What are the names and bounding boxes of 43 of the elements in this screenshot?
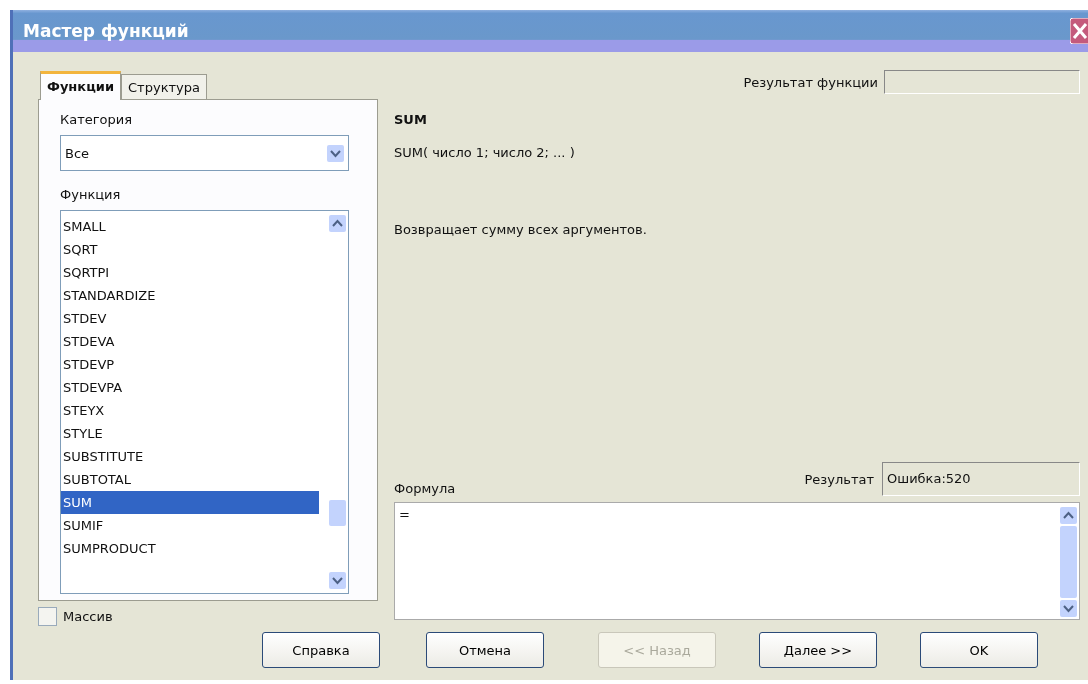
function-item[interactable]: STDEVP (61, 353, 319, 376)
result-field: Ошибка:520 (882, 462, 1080, 496)
dialog-button[interactable]: Справка (262, 632, 380, 668)
tab[interactable]: Структура (121, 74, 207, 99)
chevron-down-icon (327, 144, 344, 162)
scroll-up-icon[interactable] (1060, 507, 1077, 524)
function-item[interactable]: SUBTOTAL (61, 468, 319, 491)
close-icon[interactable] (1070, 18, 1088, 44)
scroll-thumb[interactable] (329, 500, 346, 526)
function-label: Функция (60, 187, 122, 202)
function-item[interactable]: STANDARDIZE (61, 284, 319, 307)
formula-label: Формула (394, 481, 456, 496)
function-item[interactable]: STDEVA (61, 330, 319, 353)
function-item[interactable]: STDEVPA (61, 376, 319, 399)
function-signature: SUM( число 1; число 2; ... ) (394, 145, 576, 160)
function-item[interactable]: STYLE (61, 422, 319, 445)
scroll-down-icon[interactable] (1060, 600, 1077, 617)
dialog-button[interactable]: OK (920, 632, 1038, 668)
function-item[interactable]: SUBSTITUTE (61, 445, 319, 468)
category-dropdown[interactable]: Все (60, 135, 349, 171)
scroll-thumb[interactable] (1060, 526, 1077, 598)
scroll-down-icon[interactable] (329, 572, 346, 589)
function-item[interactable]: STDEV (61, 307, 319, 330)
function-name: SUM (394, 112, 428, 127)
dialog-button[interactable]: Далее >> (759, 632, 877, 668)
result-label: Результат (804, 471, 874, 487)
window-title: Мастер функций (22, 21, 189, 41)
function-description: Возвращает сумму всех аргументов. (394, 222, 648, 237)
function-item[interactable]: SUM (61, 491, 319, 514)
function-item[interactable]: SMALL (61, 215, 319, 238)
function-item[interactable]: SUMIF (61, 514, 319, 537)
tab[interactable]: Функции (40, 71, 122, 100)
function-result-label: Результат функции (743, 74, 878, 90)
array-label: Массив (63, 609, 113, 624)
formula-field[interactable]: = (394, 502, 1080, 620)
scroll-up-icon[interactable] (329, 215, 346, 232)
array-checkbox[interactable] (38, 607, 57, 626)
category-label: Категория (60, 112, 134, 127)
function-item[interactable]: STEYX (61, 399, 319, 422)
dialog-button[interactable]: Отмена (426, 632, 544, 668)
function-item[interactable]: SQRT (61, 238, 319, 261)
function-item[interactable]: SUMPRODUCT (61, 537, 319, 560)
function-item[interactable]: SQRTPI (61, 261, 319, 284)
